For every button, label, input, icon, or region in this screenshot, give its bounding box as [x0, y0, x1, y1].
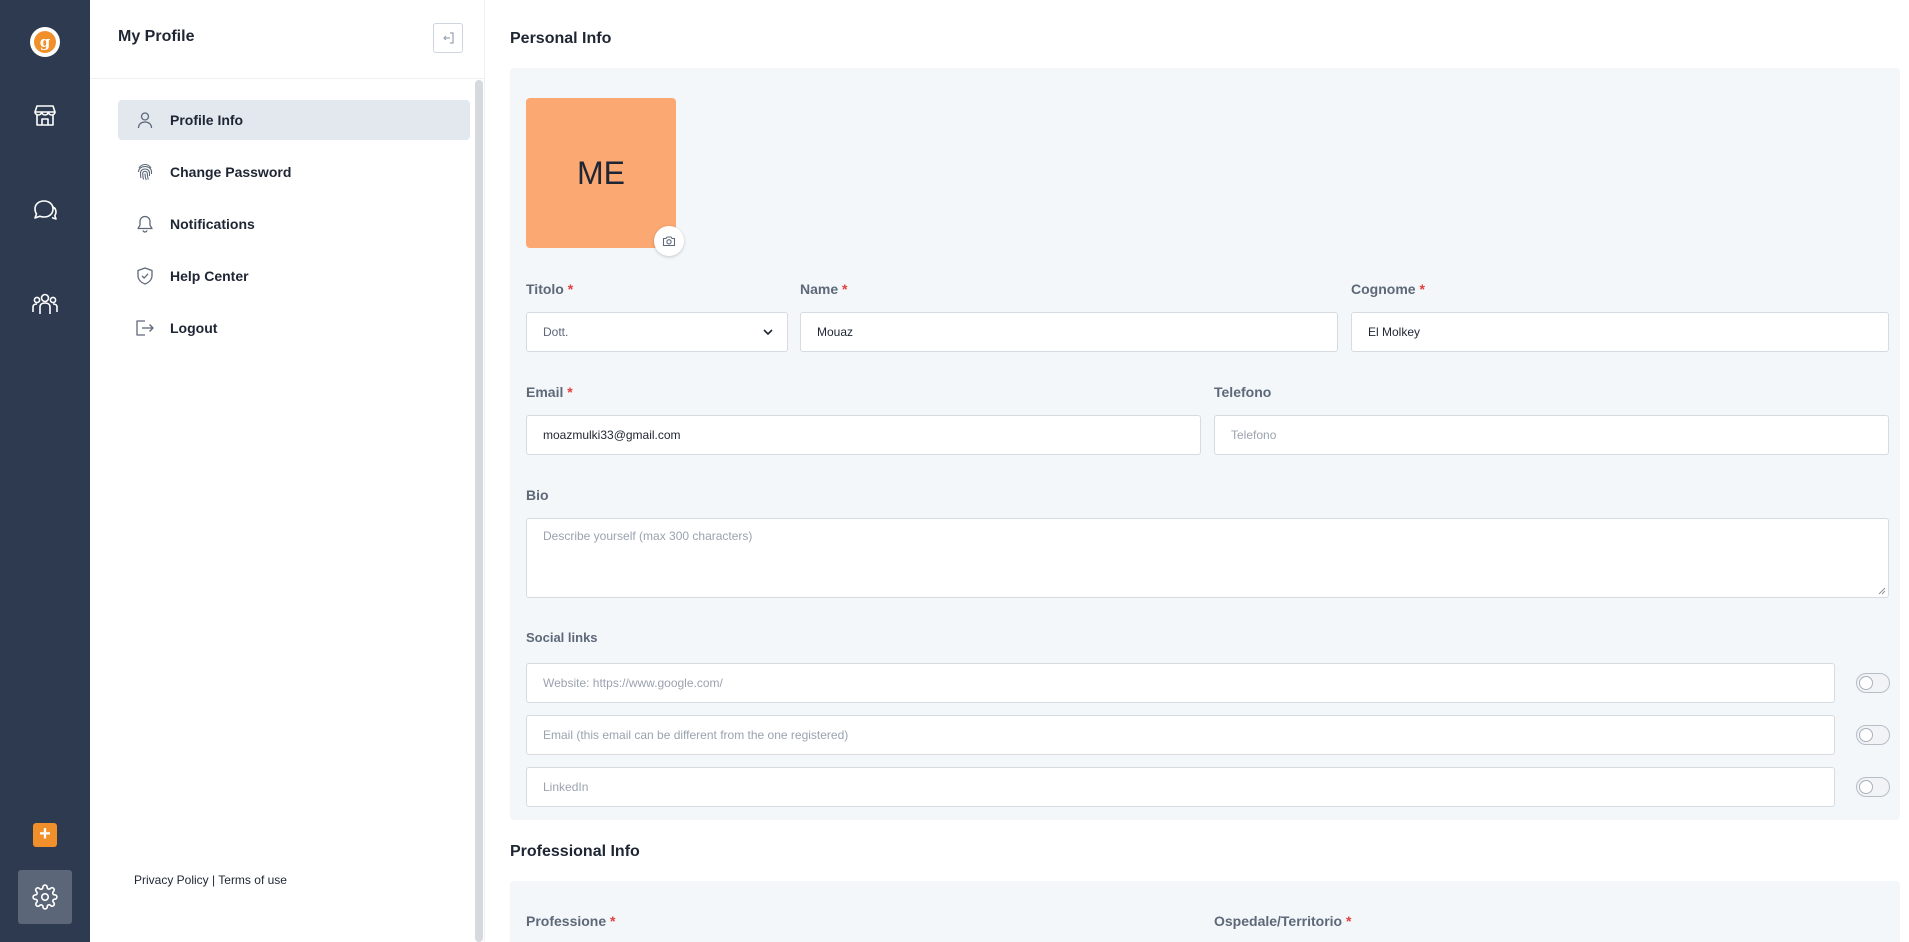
- sidebar-item-change-password[interactable]: Change Password: [118, 152, 470, 192]
- toggle-knob: [1859, 780, 1873, 794]
- sidebar-item-label: Profile Info: [170, 112, 244, 128]
- sidebar-item-help-center[interactable]: Help Center: [118, 256, 470, 296]
- sidebar-scrollbar[interactable]: [475, 80, 483, 942]
- cognome-label-text: Cognome: [1351, 281, 1416, 297]
- sidebar-item-label: Change Password: [170, 164, 292, 180]
- name-label-text: Name: [800, 281, 839, 297]
- name-label: Name *: [800, 281, 847, 297]
- professione-label: Professione *: [526, 913, 615, 929]
- required-mark: *: [842, 281, 848, 297]
- chat-icon[interactable]: [30, 195, 60, 225]
- settings-button[interactable]: [18, 870, 72, 924]
- cognome-input[interactable]: El Molkey: [1351, 312, 1889, 352]
- add-button[interactable]: +: [33, 823, 57, 847]
- email-label: Email *: [526, 384, 573, 400]
- sidebar-menu: Profile Info Change Password Notificatio…: [118, 100, 470, 360]
- privacy-policy-link[interactable]: Privacy Policy: [134, 873, 209, 887]
- required-mark: *: [610, 913, 616, 929]
- email-link-input[interactable]: Email (this email can be different from …: [526, 715, 1835, 755]
- logout-icon: [134, 317, 156, 339]
- sidebar-divider: [90, 78, 485, 79]
- avatar: ME: [526, 98, 676, 248]
- name-input[interactable]: Mouaz: [800, 312, 1338, 352]
- camera-icon: [662, 236, 676, 247]
- professional-info-title: Professional Info: [510, 843, 640, 860]
- professional-info-panel: Professione * Ospedale/Territorio *: [510, 881, 1900, 942]
- required-mark: *: [1346, 913, 1352, 929]
- shield-check-icon: [134, 265, 156, 287]
- required-mark: *: [1419, 281, 1425, 297]
- sidebar-item-label: Help Center: [170, 268, 249, 284]
- sidebar-footer: Privacy Policy | Terms of use: [134, 873, 287, 887]
- sidebar-item-logout[interactable]: Logout: [118, 308, 470, 348]
- bio-textarea[interactable]: Describe yourself (max 300 characters): [526, 518, 1889, 598]
- personal-info-panel: ME Titolo * Dott. Name * Mouaz Cognome *…: [510, 68, 1900, 820]
- collapse-sidebar-button[interactable]: [433, 23, 463, 53]
- telefono-input[interactable]: Telefono: [1214, 415, 1889, 455]
- website-link-toggle[interactable]: [1856, 673, 1890, 693]
- community-icon[interactable]: [30, 289, 60, 319]
- bio-placeholder: Describe yourself (max 300 characters): [543, 529, 753, 543]
- toggle-knob: [1859, 728, 1873, 742]
- collapse-icon: [443, 32, 454, 44]
- titolo-label: Titolo *: [526, 281, 573, 297]
- change-photo-button[interactable]: [654, 226, 684, 256]
- personal-info-title: Personal Info: [510, 30, 612, 47]
- ospedale-label-text: Ospedale/Territorio: [1214, 913, 1343, 929]
- telefono-label: Telefono: [1214, 384, 1272, 400]
- cognome-label: Cognome *: [1351, 281, 1425, 297]
- app-logo[interactable]: g: [30, 27, 60, 57]
- sidebar-item-label: Logout: [170, 320, 218, 336]
- toggle-knob: [1859, 676, 1873, 690]
- gear-icon: [32, 884, 58, 910]
- bio-label: Bio: [526, 487, 549, 503]
- app-rail: g +: [0, 0, 90, 942]
- linkedin-link-input[interactable]: LinkedIn: [526, 767, 1835, 807]
- user-icon: [134, 109, 156, 131]
- sidebar-item-profile-info[interactable]: Profile Info: [118, 100, 470, 140]
- main-content: Personal Info ME Titolo * Dott. Name * M…: [486, 0, 1909, 942]
- email-label-text: Email: [526, 384, 564, 400]
- titolo-select[interactable]: Dott.: [526, 312, 788, 352]
- fingerprint-icon: [134, 161, 156, 183]
- professione-label-text: Professione: [526, 913, 607, 929]
- sidebar-item-notifications[interactable]: Notifications: [118, 204, 470, 244]
- resize-handle-icon[interactable]: [1878, 587, 1886, 595]
- sidebar-title: My Profile: [118, 28, 195, 45]
- terms-of-use-link[interactable]: Terms of use: [218, 873, 287, 887]
- email-field[interactable]: moazmulki33@gmail.com: [526, 415, 1201, 455]
- linkedin-link-toggle[interactable]: [1856, 777, 1890, 797]
- store-icon[interactable]: [30, 100, 60, 130]
- ospedale-label: Ospedale/Territorio *: [1214, 913, 1351, 929]
- website-link-input[interactable]: Website: https://www.google.com/: [526, 663, 1835, 703]
- titolo-label-text: Titolo: [526, 281, 564, 297]
- sidebar-item-label: Notifications: [170, 216, 255, 232]
- email-link-toggle[interactable]: [1856, 725, 1890, 745]
- profile-sidebar: My Profile Profile Info Change Password …: [90, 0, 485, 942]
- titolo-value: Dott.: [543, 325, 569, 339]
- footer-separator: |: [208, 873, 219, 887]
- required-mark: *: [567, 384, 573, 400]
- logo-letter: g: [34, 31, 56, 53]
- bell-icon: [134, 213, 156, 235]
- required-mark: *: [567, 281, 574, 297]
- social-links-label: Social links: [526, 630, 598, 645]
- chevron-down-icon: [763, 329, 773, 336]
